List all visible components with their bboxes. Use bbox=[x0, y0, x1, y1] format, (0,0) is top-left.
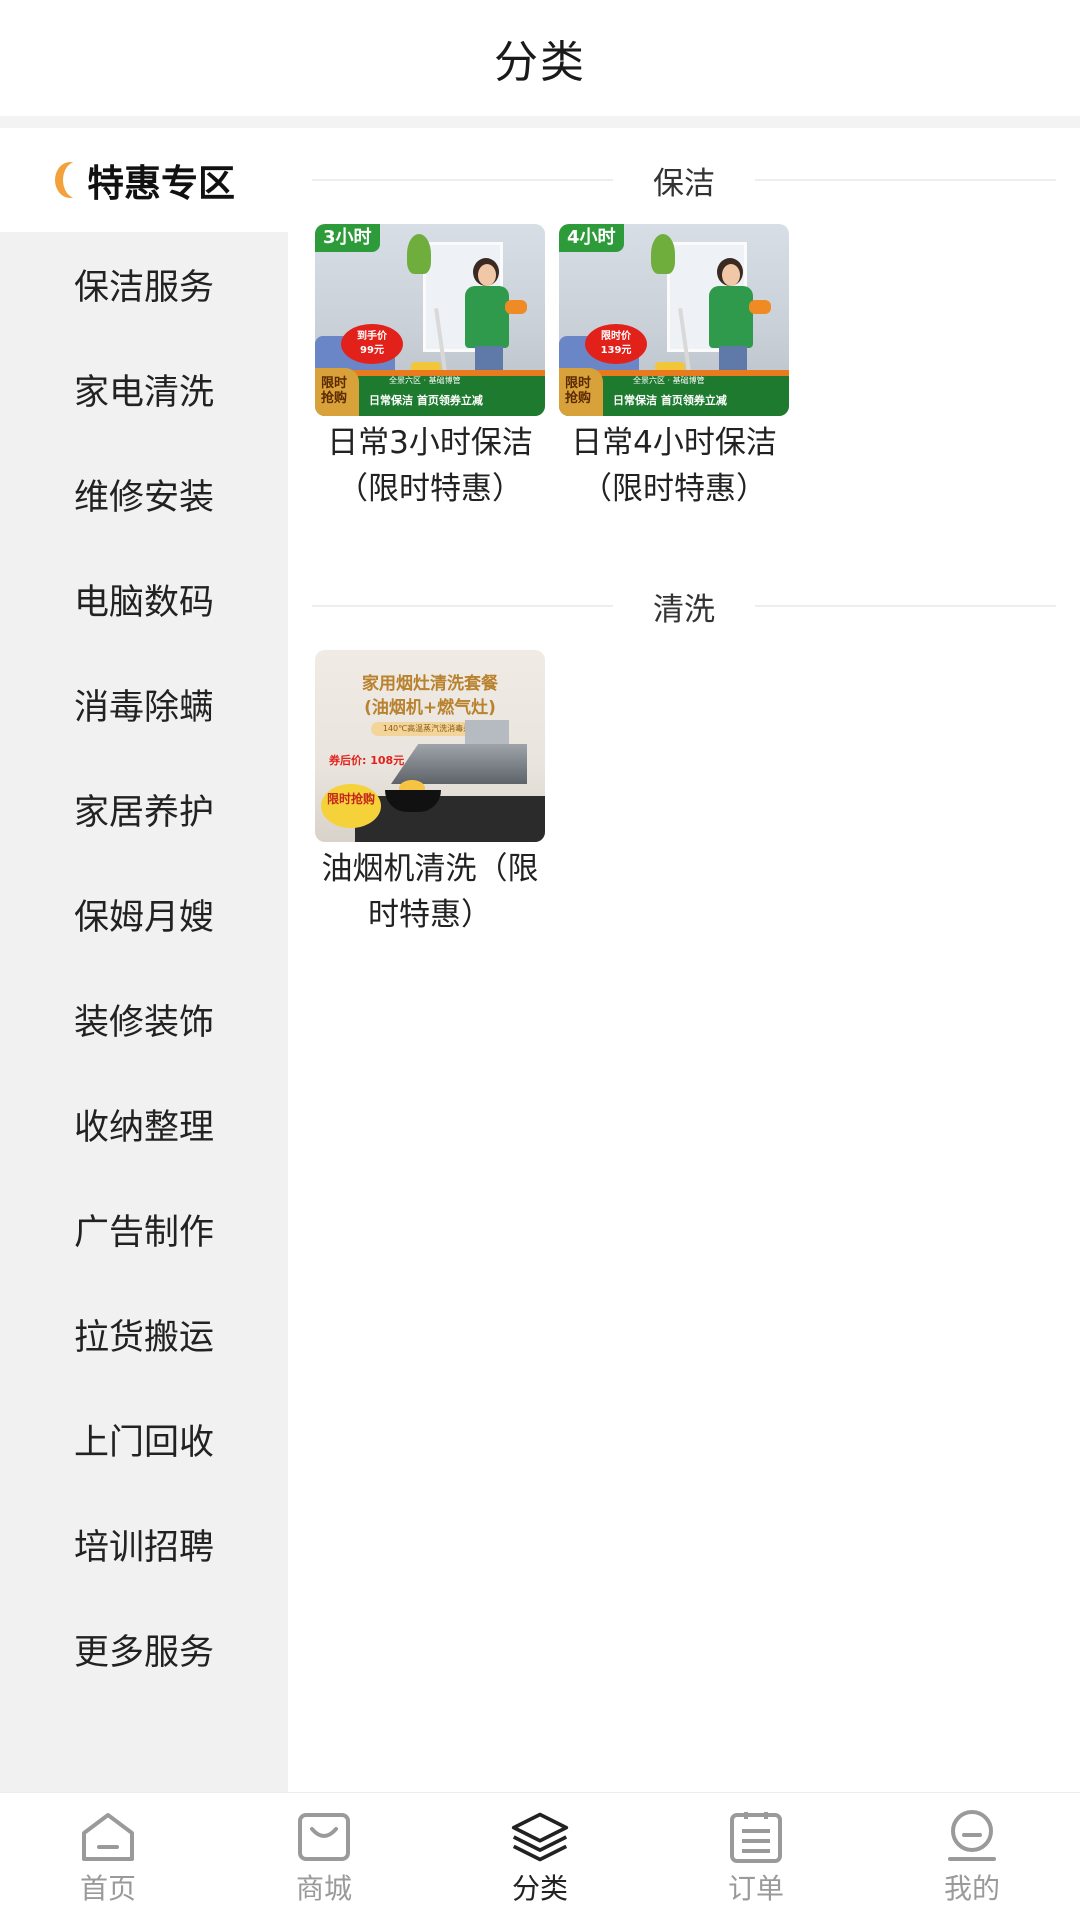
sidebar-item-organizing[interactable]: 收纳整理 bbox=[0, 1072, 288, 1176]
sidebar-item-label: 保洁服务 bbox=[73, 267, 214, 308]
tab-label: 订单 bbox=[727, 1872, 784, 1905]
sidebar-item-label: 培训招聘 bbox=[73, 1527, 214, 1568]
sidebar-item-advertising[interactable]: 广告制作 bbox=[0, 1177, 288, 1281]
divider-line bbox=[755, 605, 1056, 607]
home-icon bbox=[78, 1809, 138, 1865]
sidebar-item-renovation[interactable]: 装修装饰 bbox=[0, 967, 288, 1071]
page-title: 分类 bbox=[494, 37, 586, 88]
sidebar-item-special-offers[interactable]: 特惠专区 bbox=[0, 128, 288, 232]
divider-line bbox=[312, 179, 613, 181]
tab-label: 我的 bbox=[943, 1872, 1000, 1905]
tab-profile[interactable]: 我的 bbox=[864, 1793, 1080, 1920]
sidebar-item-label: 收纳整理 bbox=[73, 1107, 214, 1148]
sidebar-item-moving[interactable]: 拉货搬运 bbox=[0, 1282, 288, 1386]
sidebar-item-cleaning-service[interactable]: 保洁服务 bbox=[0, 232, 288, 336]
product-card-4h-cleaning[interactable]: 4小时 限时价 139元 全景六区 · 基础博管 日常保洁 首页领券立减 限时抢… bbox=[559, 224, 789, 512]
limited-offer-tag: 限时抢购 bbox=[559, 368, 603, 416]
duration-tag: 3小时 bbox=[315, 224, 380, 252]
divider-line bbox=[755, 179, 1056, 181]
sidebar-item-label: 维修安装 bbox=[73, 477, 214, 518]
bottom-tab-bar: 首页 商城 分类 订单 我的 bbox=[0, 1792, 1080, 1920]
tab-orders[interactable]: 订单 bbox=[648, 1793, 864, 1920]
tab-label: 首页 bbox=[79, 1872, 136, 1905]
sidebar-item-label: 保姆月嫂 bbox=[73, 897, 214, 938]
tab-label: 商城 bbox=[295, 1872, 352, 1905]
sidebar-item-label: 上门回收 bbox=[73, 1422, 214, 1463]
shop-bag-icon bbox=[294, 1809, 354, 1865]
sidebar-item-nanny[interactable]: 保姆月嫂 bbox=[0, 862, 288, 966]
sidebar-item-computer-digital[interactable]: 电脑数码 bbox=[0, 547, 288, 651]
sidebar-item-label: 更多服务 bbox=[73, 1632, 214, 1673]
sidebar-item-label: 电脑数码 bbox=[73, 582, 214, 623]
limited-offer-tag: 限时抢购 bbox=[321, 784, 381, 828]
product-image[interactable]: 4小时 限时价 139元 全景六区 · 基础博管 日常保洁 首页领券立减 限时抢… bbox=[559, 224, 789, 416]
sidebar-item-label: 装修装饰 bbox=[73, 1002, 214, 1043]
section-header-cleaning: 保洁 bbox=[312, 160, 1056, 202]
sidebar-item-appliance-cleaning[interactable]: 家电清洗 bbox=[0, 337, 288, 441]
product-title[interactable]: 日常3小时保洁（限时特惠） bbox=[315, 420, 545, 512]
profile-icon bbox=[942, 1809, 1002, 1865]
sidebar-item-label: 家电清洗 bbox=[73, 372, 214, 413]
sidebar-item-home-care[interactable]: 家居养护 bbox=[0, 757, 288, 861]
sidebar-item-recycling[interactable]: 上门回收 bbox=[0, 1387, 288, 1491]
sidebar-item-label: 拉货搬运 bbox=[73, 1317, 214, 1358]
crescent-marker-icon bbox=[53, 160, 89, 200]
layers-icon bbox=[510, 1809, 570, 1865]
clipboard-icon bbox=[726, 1809, 786, 1865]
sidebar-item-label: 特惠专区 bbox=[87, 162, 235, 205]
section-title: 清洗 bbox=[653, 591, 715, 628]
product-image[interactable]: 家用烟灶清洗套餐 (油烟机+燃气灶) 140℃高温蒸汽洗消毒杀菌 券后价: 10… bbox=[315, 650, 545, 842]
category-content: 保洁 3小时 到手价 99元 全景六区 · 基础博管 日常保洁 首页领券立减 限… bbox=[288, 128, 1080, 1792]
section-header-washing: 清洗 bbox=[312, 586, 1056, 628]
sidebar-item-training[interactable]: 培训招聘 bbox=[0, 1492, 288, 1596]
tab-category[interactable]: 分类 bbox=[432, 1793, 648, 1920]
duration-tag: 4小时 bbox=[559, 224, 624, 252]
header-divider bbox=[0, 116, 1080, 128]
section-title: 保洁 bbox=[653, 165, 715, 202]
top-header: 分类 bbox=[0, 0, 1080, 116]
sidebar-item-label: 家居养护 bbox=[73, 792, 214, 833]
sidebar-item-more-services[interactable]: 更多服务 bbox=[0, 1597, 288, 1701]
sidebar-item-label: 广告制作 bbox=[73, 1212, 214, 1253]
limited-offer-tag: 限时抢购 bbox=[315, 368, 359, 416]
price-text: 券后价: 108元 bbox=[329, 754, 405, 767]
sidebar-item-disinfection[interactable]: 消毒除螨 bbox=[0, 652, 288, 756]
sidebar-item-label: 消毒除螨 bbox=[73, 687, 214, 728]
tab-home[interactable]: 首页 bbox=[0, 1793, 216, 1920]
product-title[interactable]: 油烟机清洗（限时特惠） bbox=[315, 846, 545, 938]
tab-shop[interactable]: 商城 bbox=[216, 1793, 432, 1920]
price-badge: 限时价 139元 bbox=[585, 324, 647, 364]
category-sidebar: 特惠专区 保洁服务 家电清洗 维修安装 电脑数码 消毒除螨 家居养护 保姆月嫂 … bbox=[0, 128, 288, 1792]
product-title[interactable]: 日常4小时保洁（限时特惠） bbox=[559, 420, 789, 512]
tab-label: 分类 bbox=[511, 1872, 568, 1905]
sidebar-item-repair-install[interactable]: 维修安装 bbox=[0, 442, 288, 546]
product-card-3h-cleaning[interactable]: 3小时 到手价 99元 全景六区 · 基础博管 日常保洁 首页领券立减 限时抢购… bbox=[315, 224, 545, 512]
product-image[interactable]: 3小时 到手价 99元 全景六区 · 基础博管 日常保洁 首页领券立减 限时抢购 bbox=[315, 224, 545, 416]
divider-line bbox=[312, 605, 613, 607]
product-card-range-hood-cleaning[interactable]: 家用烟灶清洗套餐 (油烟机+燃气灶) 140℃高温蒸汽洗消毒杀菌 券后价: 10… bbox=[315, 650, 545, 938]
price-badge: 到手价 99元 bbox=[341, 324, 403, 364]
